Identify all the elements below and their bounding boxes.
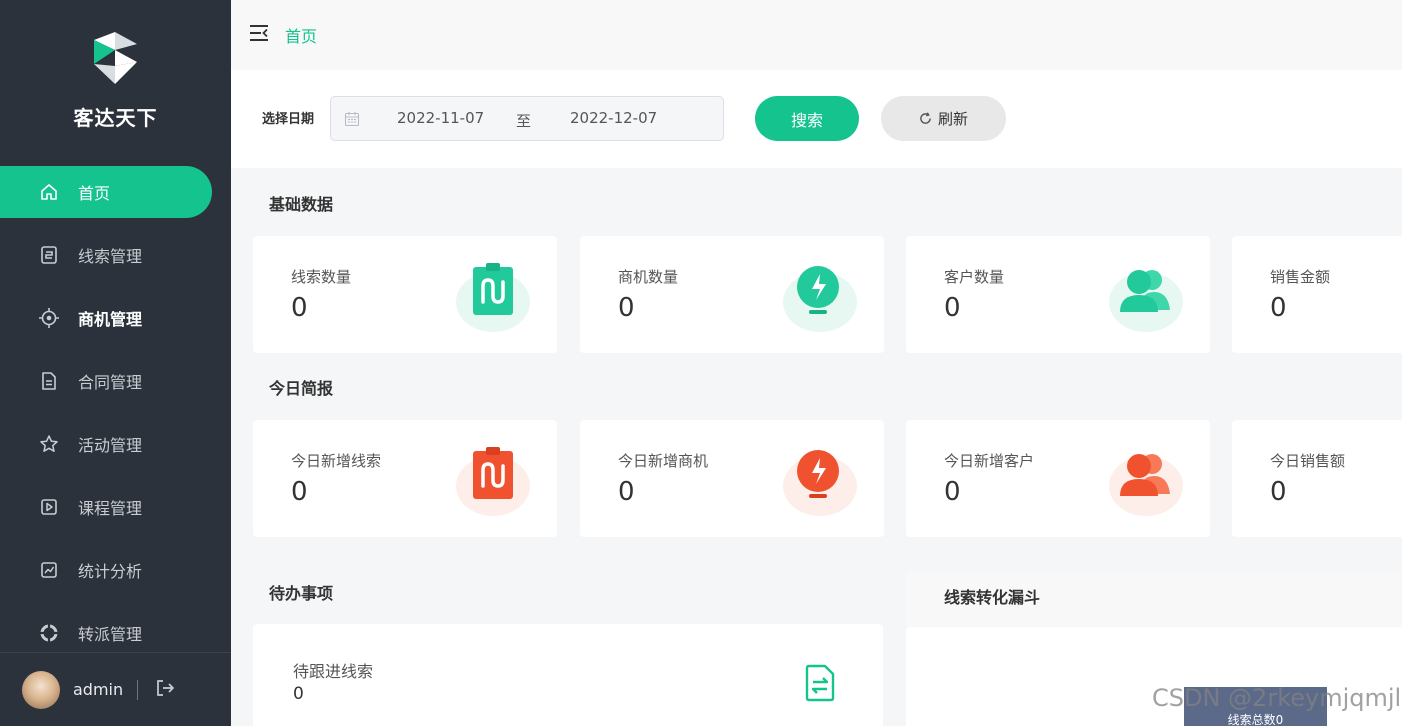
lightbulb-icon (783, 266, 857, 332)
target-icon (38, 307, 60, 329)
start-date-input[interactable]: 2022-11-07 (397, 109, 484, 127)
username: admin (73, 680, 124, 699)
watermark: CSDN @2rkeymjqmjl (1152, 684, 1402, 712)
card-label: 今日新增线索 (291, 452, 382, 470)
home-icon (38, 181, 60, 203)
users-icon (1109, 270, 1183, 332)
star-icon (38, 433, 60, 455)
business-count-card[interactable]: 商机数量 0 (580, 236, 884, 353)
card-label: 今日销售额 (1270, 452, 1346, 470)
sidebar-item-contracts[interactable]: 合同管理 (0, 355, 231, 407)
card-label: 销售金额 (1270, 268, 1331, 286)
sidebar-item-label: 首页 (78, 184, 111, 203)
filter-bar: 选择日期 2022-11-07 至 2022-12-07 搜索 刷新 (231, 70, 1402, 168)
customer-count-card[interactable]: 客户数量 0 (906, 236, 1210, 353)
card-value: 0 (618, 477, 635, 507)
card-label: 线索数量 (291, 268, 352, 286)
clue-icon (38, 244, 60, 266)
card-label: 今日新增商机 (618, 452, 709, 470)
sidebar-item-business[interactable]: 商机管理 (0, 292, 231, 344)
brand: 客达天下 (0, 30, 231, 131)
sidebar-item-label: 商机管理 (78, 310, 143, 329)
brand-name: 客达天下 (73, 106, 158, 130)
card-value: 0 (944, 477, 961, 507)
sidebar-item-courses[interactable]: 课程管理 (0, 481, 231, 533)
card-label: 客户数量 (944, 268, 1005, 286)
user-panel: admin (0, 652, 231, 726)
today-new-business-card[interactable]: 今日新增商机 0 (580, 420, 884, 537)
card-value: 0 (618, 293, 635, 323)
refresh-button[interactable]: 刷新 (881, 96, 1006, 141)
sidebar-item-activities[interactable]: 活动管理 (0, 418, 231, 470)
clipboard-icon (456, 447, 530, 516)
sidebar-item-statistics[interactable]: 统计分析 (0, 544, 231, 596)
date-label: 选择日期 (262, 112, 315, 127)
todo-panel: 待跟进线索 0 (253, 624, 883, 726)
sidebar-item-label: 活动管理 (78, 436, 143, 455)
card-label: 今日新增客户 (944, 452, 1035, 470)
sidebar-nav: 首页 线索管理 商机管理 合同管理 活动管理 课程管理 统计分析 转派管理 (0, 166, 231, 670)
today-brief-title: 今日简报 (269, 379, 334, 398)
today-sales-card[interactable]: 今日销售额 0 (1232, 420, 1402, 537)
document-icon (38, 370, 60, 392)
refresh-label: 刷新 (937, 110, 968, 128)
sidebar-item-label: 课程管理 (78, 499, 143, 518)
todo-item-label[interactable]: 待跟进线索 (293, 658, 373, 682)
range-separator: 至 (516, 112, 532, 130)
today-new-clues-card[interactable]: 今日新增线索 0 (253, 420, 557, 537)
search-button[interactable]: 搜索 (755, 96, 859, 141)
todo-item-value: 0 (293, 684, 304, 704)
sidebar: 客达天下 首页 线索管理 商机管理 合同管理 活动管理 课程管理 统计分析 转派… (0, 0, 231, 726)
logout-icon[interactable] (154, 678, 176, 702)
users-icon (1109, 454, 1183, 516)
calendar-icon (344, 111, 360, 131)
card-value: 0 (1270, 293, 1287, 323)
sidebar-item-label: 转派管理 (78, 625, 143, 644)
card-value: 0 (944, 293, 961, 323)
menu-fold-icon[interactable] (249, 24, 269, 46)
transfer-icon (38, 622, 60, 644)
sidebar-item-clues[interactable]: 线索管理 (0, 229, 231, 281)
card-value: 0 (291, 477, 308, 507)
todo-title: 待办事项 (269, 584, 334, 603)
clipboard-icon (456, 263, 530, 332)
sidebar-item-label: 统计分析 (78, 562, 143, 581)
chart-icon (38, 559, 60, 581)
logo-icon (93, 32, 137, 84)
funnel-title: 线索转化漏斗 (944, 588, 1041, 607)
basic-data-title: 基础数据 (269, 195, 334, 214)
divider (137, 679, 139, 700)
play-icon (38, 496, 60, 518)
end-date-input[interactable]: 2022-12-07 (570, 109, 657, 127)
sidebar-item-label: 线索管理 (78, 247, 143, 266)
refresh-icon (919, 112, 932, 125)
today-new-customers-card[interactable]: 今日新增客户 0 (906, 420, 1210, 537)
breadcrumb[interactable]: 首页 (285, 23, 317, 47)
sales-amount-card[interactable]: 销售金额 0 (1232, 236, 1402, 353)
sidebar-item-label: 合同管理 (78, 373, 143, 392)
card-value: 0 (291, 293, 308, 323)
topbar: 首页 (231, 0, 1402, 70)
date-range-picker[interactable]: 2022-11-07 至 2022-12-07 (330, 96, 724, 141)
avatar[interactable] (22, 670, 60, 709)
card-label: 商机数量 (618, 268, 679, 286)
clue-count-card[interactable]: 线索数量 0 (253, 236, 557, 353)
sidebar-item-home[interactable]: 首页 (0, 166, 212, 218)
file-exchange-icon[interactable] (803, 664, 837, 702)
lightbulb-icon (783, 450, 857, 516)
card-value: 0 (1270, 477, 1287, 507)
